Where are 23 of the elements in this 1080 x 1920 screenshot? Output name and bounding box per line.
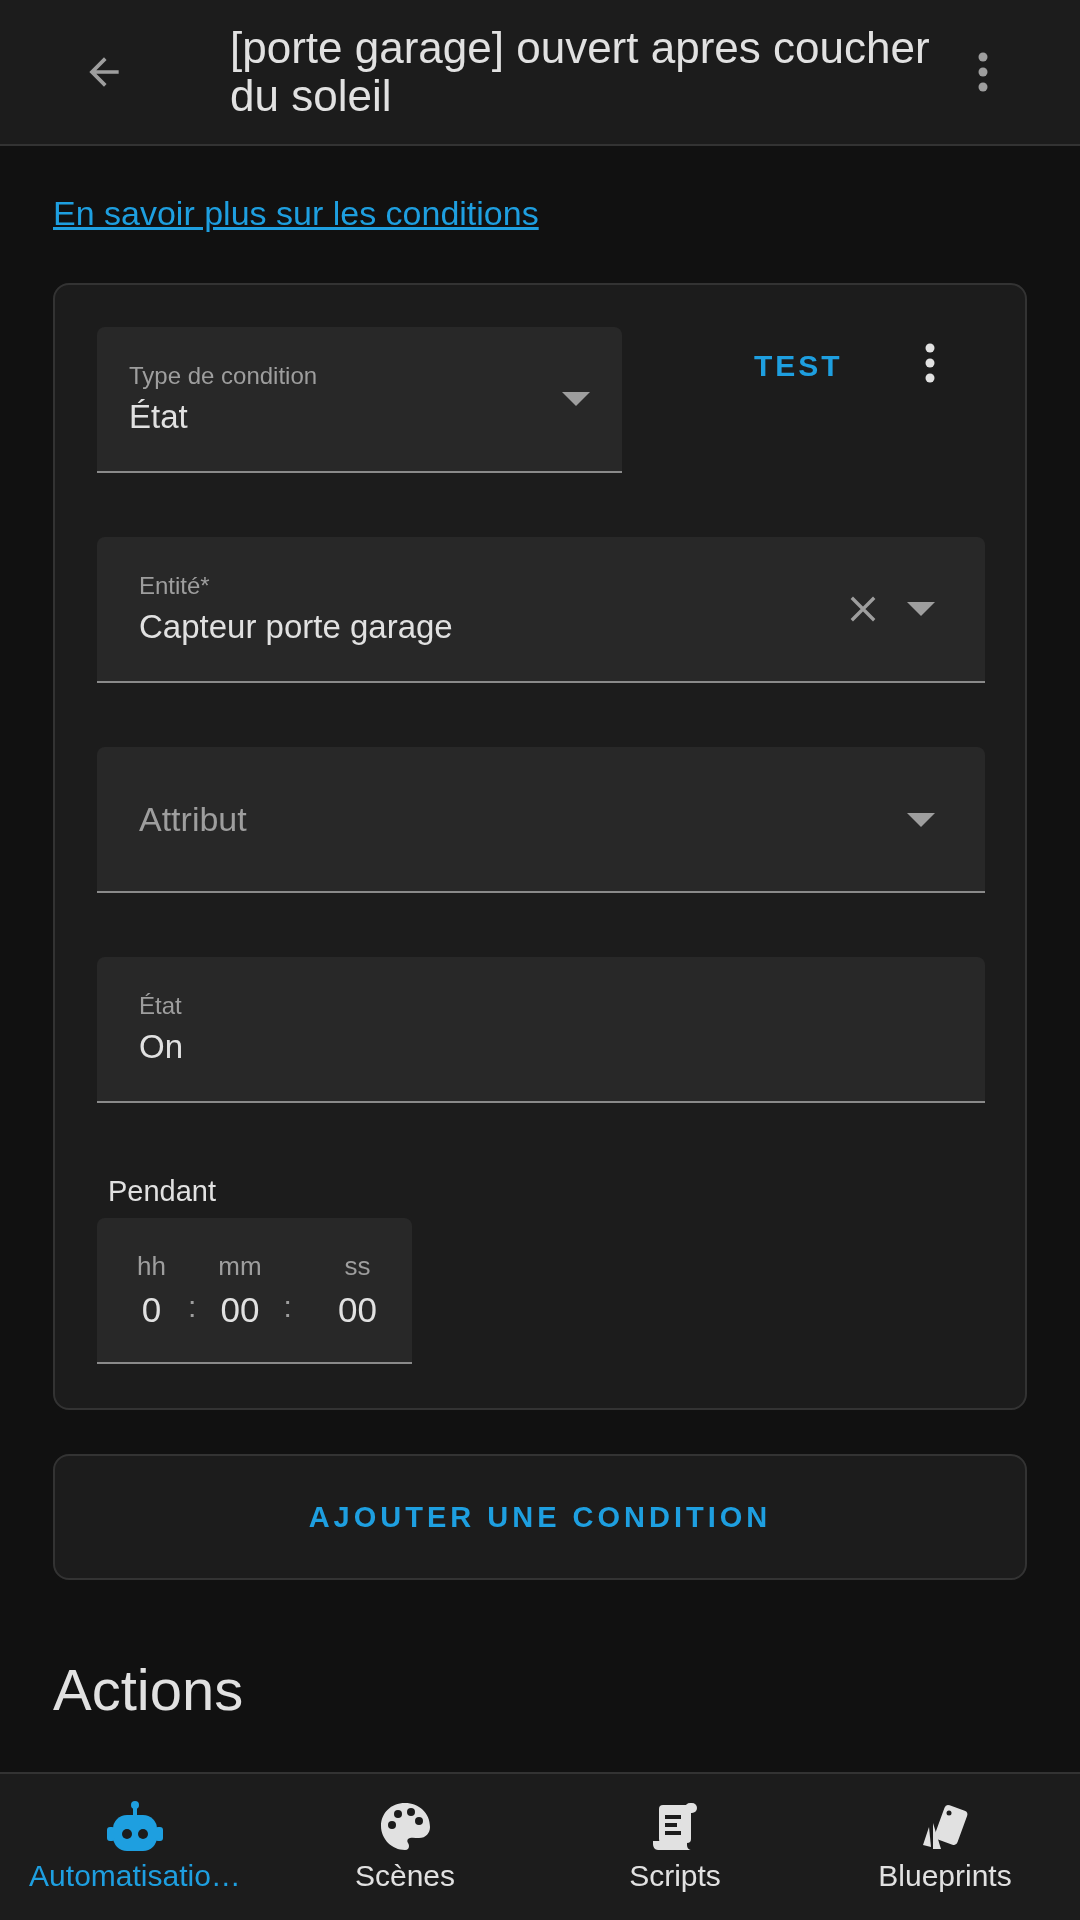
duration-label: Pendant xyxy=(108,1175,218,1208)
nav-tab[interactable]: Blueprints xyxy=(810,1774,1080,1920)
section-heading: Actions xyxy=(53,1656,244,1723)
input-field[interactable]: État On xyxy=(97,957,985,1103)
conditions-help-link[interactable]: En savoir plus sur les conditions xyxy=(53,194,539,233)
add-condition-button[interactable]: AJOUTER UNE CONDITION xyxy=(53,1454,1027,1580)
robot-icon xyxy=(105,1801,165,1853)
more-options-icon[interactable] xyxy=(924,343,935,383)
caret-icon xyxy=(907,602,935,616)
caret-icon xyxy=(907,813,935,827)
clear-icon[interactable] xyxy=(849,595,877,623)
more-options-icon[interactable] xyxy=(978,52,988,92)
nav-tab[interactable]: Scènes xyxy=(270,1774,540,1920)
duration-input[interactable]: hh 0 : mm 00 : ss 00 xyxy=(97,1218,412,1364)
palette-icon xyxy=(379,1801,431,1853)
condition-type-dropdown[interactable]: Type de condition État xyxy=(97,327,622,473)
select-field[interactable]: Attribut xyxy=(97,747,985,893)
caret-icon xyxy=(562,392,590,406)
nav-tab[interactable]: Automatisatio… xyxy=(0,1774,270,1920)
page-title: [porte garage] ouvert apres coucher du soleil xyxy=(230,24,931,120)
test-button[interactable]: TEST xyxy=(742,341,855,391)
nav-tab[interactable]: Scripts xyxy=(540,1774,810,1920)
select-field[interactable]: Entité* Capteur porte garage xyxy=(97,537,985,683)
